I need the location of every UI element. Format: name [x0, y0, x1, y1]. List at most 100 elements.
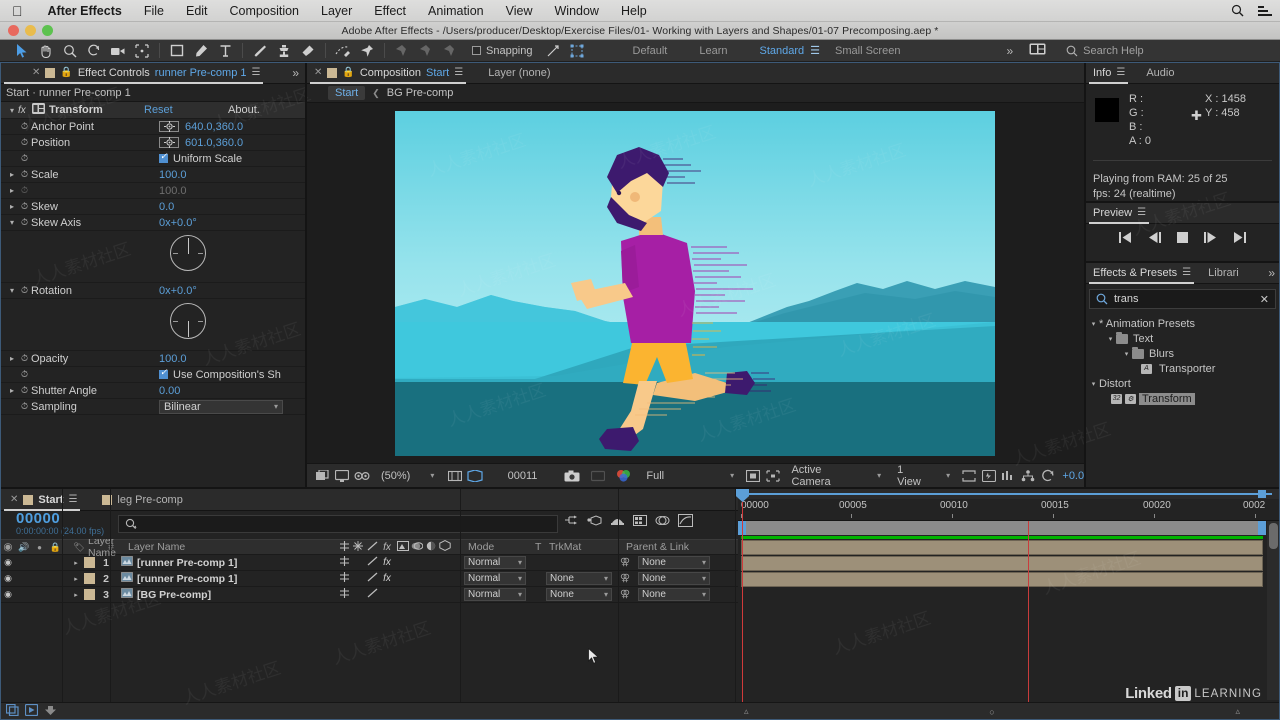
- workspace-menu-icon[interactable]: ☰: [810, 44, 829, 57]
- label-color-swatch[interactable]: [84, 589, 95, 600]
- composition-frame[interactable]: 人人素材社区 人人素材社区 人人素材社区 人人素材社区 人人素材社区 人人素材社…: [395, 110, 995, 456]
- property-skew[interactable]: ▸ ⏱ Skew 0.0: [0, 199, 305, 215]
- comp-button-icon[interactable]: [24, 703, 39, 719]
- stopwatch-icon[interactable]: ⏱: [18, 217, 31, 228]
- puppet-advanced-pin-tool[interactable]: [438, 41, 462, 61]
- effects-icon[interactable]: fx: [379, 573, 395, 584]
- tree-group-distort[interactable]: ▾ Distort: [1085, 376, 1280, 391]
- grid-guides-icon[interactable]: [764, 466, 782, 486]
- motion-blur-icon[interactable]: [655, 514, 670, 530]
- stopwatch-icon[interactable]: ⏱: [18, 401, 31, 412]
- effects-search-input[interactable]: trans ✕: [1089, 289, 1276, 309]
- menu-file[interactable]: File: [133, 4, 175, 18]
- snapshot-icon[interactable]: [563, 466, 581, 486]
- current-frame-display[interactable]: 00000: [16, 511, 104, 526]
- layer-name[interactable]: [runner Pre-comp 1]: [137, 557, 237, 569]
- zoom-tool[interactable]: [58, 41, 82, 61]
- property-opacity[interactable]: ▸ ⏱ Opacity 100.0: [0, 351, 305, 367]
- chevron-right-icon[interactable]: ▸: [70, 575, 82, 583]
- column-parent-link[interactable]: Parent & Link: [626, 541, 689, 553]
- effect-header-transform[interactable]: ▾ fx Transform Reset About.: [0, 102, 305, 119]
- chevron-down-icon[interactable]: ▾: [6, 286, 18, 295]
- fast-previews-icon[interactable]: [980, 466, 998, 486]
- parent-pickwhip-icon[interactable]: ⚢: [620, 557, 630, 568]
- chevron-right-icon[interactable]: ▸: [6, 170, 18, 179]
- close-icon[interactable]: ✕: [314, 67, 322, 78]
- mask-rect-tool[interactable]: [165, 41, 189, 61]
- stopwatch-icon[interactable]: ⏱: [18, 153, 31, 164]
- prev-frame-icon[interactable]: [1148, 232, 1161, 246]
- selection-tool[interactable]: [10, 41, 34, 61]
- property-position[interactable]: ⏱ Position 601.0,360.0: [0, 135, 305, 151]
- comp-duration-bar[interactable]: [738, 521, 1266, 535]
- timeline-search-input[interactable]: [118, 515, 558, 533]
- parent-pickwhip-icon[interactable]: ⚢: [620, 589, 630, 600]
- panel-menu-icon[interactable]: ☰: [1182, 267, 1191, 278]
- effects-icon[interactable]: fx: [379, 542, 395, 553]
- property-skew-axis[interactable]: ▾ ⏱ Skew Axis 0x+0.0°: [0, 215, 305, 231]
- collapse-transformations-icon[interactable]: [365, 541, 379, 554]
- roto-brush-tool[interactable]: [331, 41, 355, 61]
- tree-folder-text[interactable]: ▾ Text: [1085, 331, 1280, 346]
- stopwatch-icon[interactable]: ⏱: [18, 285, 31, 296]
- property-scale[interactable]: ▸ ⏱ Scale 100.0: [0, 167, 305, 183]
- column-t[interactable]: T: [535, 541, 541, 553]
- last-frame-icon[interactable]: [1233, 232, 1246, 246]
- search-icon[interactable]: [1231, 4, 1244, 17]
- column-mode[interactable]: Mode: [468, 541, 494, 553]
- collapse-transformations-icon[interactable]: [365, 556, 379, 569]
- pen-tool[interactable]: [189, 41, 213, 61]
- stopwatch-icon[interactable]: ⏱: [18, 137, 31, 148]
- about-button[interactable]: About.: [228, 104, 260, 116]
- reset-button[interactable]: Reset: [144, 104, 228, 116]
- puppet-overlap-tool[interactable]: [414, 41, 438, 61]
- workspace-overflow-button[interactable]: »: [1006, 44, 1013, 58]
- menu-view[interactable]: View: [495, 4, 544, 18]
- property-rotation[interactable]: ▾ ⏱ Rotation 0x+0.0°: [0, 283, 305, 299]
- stopwatch-icon[interactable]: ⏱: [18, 201, 31, 212]
- close-icon[interactable]: ✕: [10, 494, 18, 505]
- time-ruler[interactable]: 00000 00005 00010 00015 00020 0002: [738, 499, 1280, 521]
- use-comp-shutter-checkbox[interactable]: [159, 367, 168, 379]
- tab-timeline-start[interactable]: ✕ Start ☰: [0, 489, 84, 511]
- menu-layer[interactable]: Layer: [310, 4, 363, 18]
- region-of-interest-icon[interactable]: [353, 466, 371, 486]
- 3d-layer-icon[interactable]: [438, 540, 452, 554]
- skew-axis-dial[interactable]: [170, 235, 206, 271]
- solo-icon[interactable]: ●: [32, 543, 47, 552]
- fx-icon[interactable]: fx: [18, 105, 32, 116]
- panel-menu-icon[interactable]: ☰: [68, 494, 77, 505]
- av-features-icon[interactable]: [337, 588, 351, 601]
- uniform-scale-checkbox[interactable]: [159, 151, 168, 163]
- chevron-down-icon[interactable]: ▾: [1088, 320, 1099, 328]
- control-center-icon[interactable]: [1258, 5, 1272, 16]
- title-safe-icon[interactable]: [744, 466, 762, 486]
- video-visibility-icon[interactable]: ◉: [0, 541, 16, 553]
- property-value[interactable]: 0x+0.0°: [159, 217, 197, 229]
- zoom-level-value[interactable]: (50%): [373, 470, 414, 482]
- pixel-aspect-correction-icon[interactable]: [960, 466, 978, 486]
- label-color-icon[interactable]: 🏷: [70, 542, 88, 553]
- next-frame-icon[interactable]: [1204, 232, 1217, 246]
- layer-mode-dropdown[interactable]: Normal ▾: [464, 572, 526, 585]
- frame-blending-icon[interactable]: [633, 514, 647, 530]
- layer-parent-dropdown[interactable]: None ▾: [638, 556, 710, 569]
- region-of-interest-box-icon[interactable]: [466, 466, 484, 486]
- channel-icon[interactable]: [615, 466, 633, 486]
- quality-icon[interactable]: [395, 540, 410, 554]
- stopwatch-icon[interactable]: ⏱: [18, 121, 31, 132]
- menu-after-effects[interactable]: After Effects: [37, 4, 133, 18]
- menu-edit[interactable]: Edit: [175, 4, 219, 18]
- property-shutter-angle[interactable]: ▸ ⏱ Shutter Angle 0.00: [0, 383, 305, 399]
- chevron-right-icon[interactable]: ▸: [6, 386, 18, 395]
- chevron-down-icon[interactable]: ▾: [6, 218, 18, 227]
- layer-parent-dropdown[interactable]: None ▾: [638, 572, 710, 585]
- stopwatch-icon[interactable]: ⏱: [18, 369, 31, 380]
- workspace-default[interactable]: Default: [617, 45, 684, 57]
- layer-visibility-icon[interactable]: ◉: [0, 589, 16, 600]
- av-features-icon[interactable]: [337, 556, 351, 569]
- property-value[interactable]: 0.0: [159, 201, 174, 213]
- puppet-pin-tool[interactable]: [355, 41, 379, 61]
- panel-menu-icon[interactable]: ☰: [454, 67, 463, 78]
- tab-preview[interactable]: Preview ☰: [1085, 202, 1153, 224]
